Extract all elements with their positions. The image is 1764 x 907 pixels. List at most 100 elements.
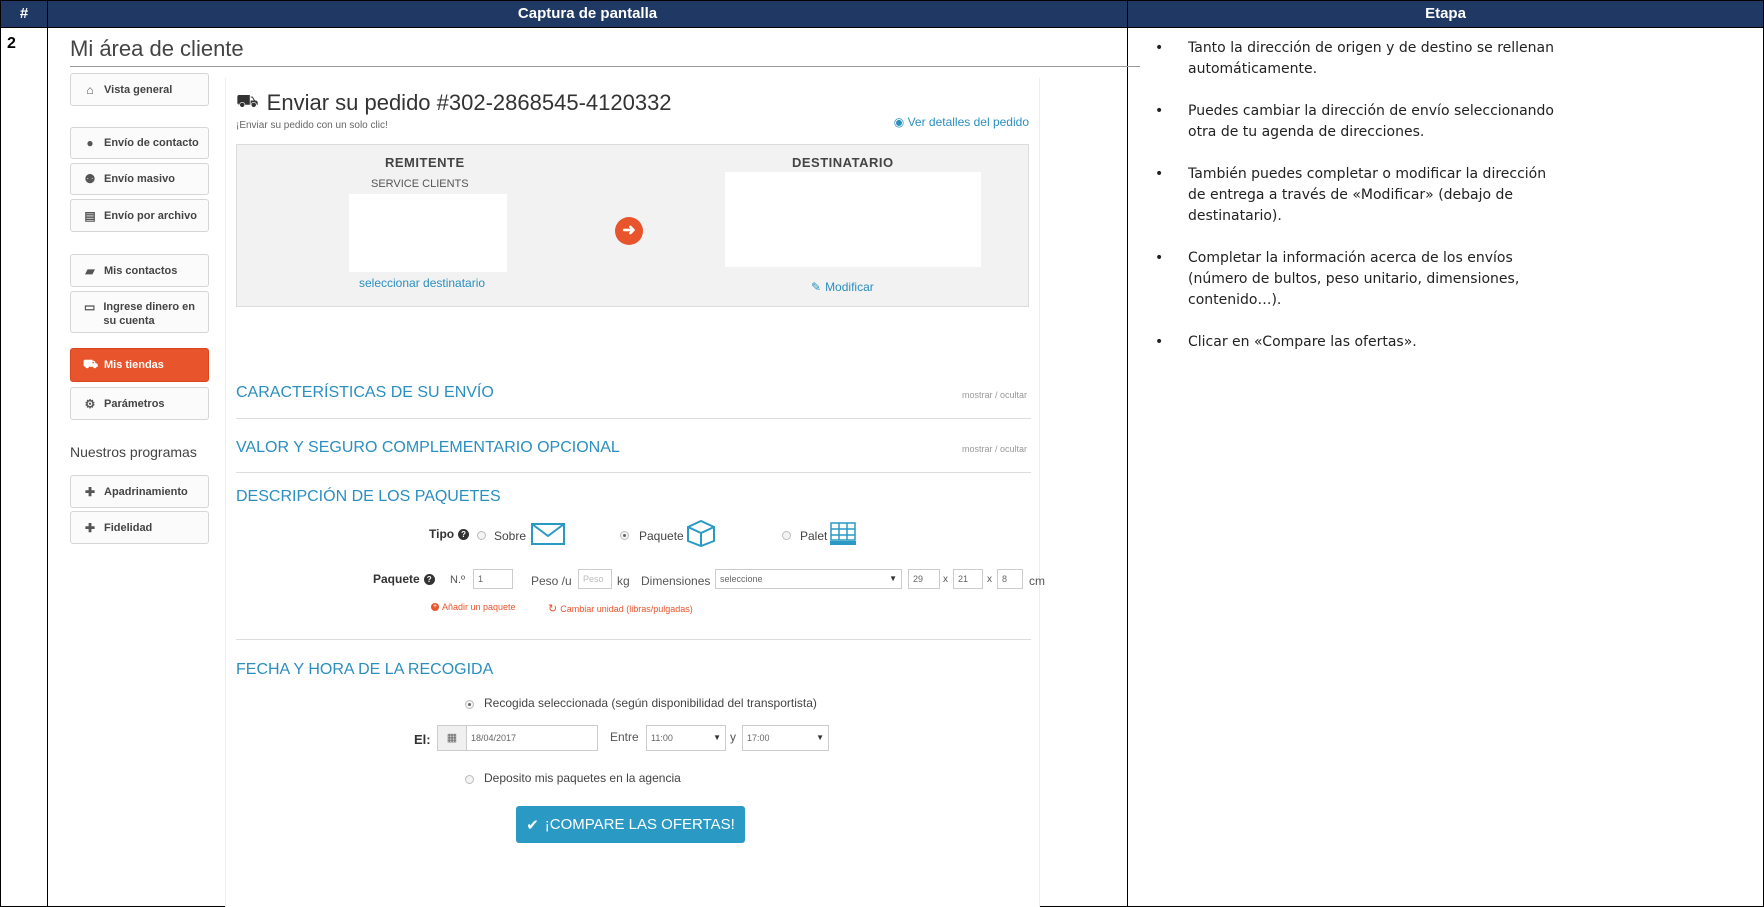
sidebar-item-ingrese-dinero[interactable]: ▭ Ingrese dinero en su cuenta	[70, 291, 209, 333]
file-icon: ▤	[84, 208, 96, 223]
pallet-icon	[830, 522, 856, 545]
pickup-radio-selected[interactable]	[465, 700, 474, 709]
sidebar-item-label: Mis contactos	[104, 264, 178, 277]
chevron-down-icon: ▼	[816, 733, 824, 742]
dimensions-select-value: seleccione	[720, 574, 763, 584]
section-value-insurance[interactable]: VALOR Y SEGURO COMPLEMENTARIO OPCIONAL	[236, 439, 620, 457]
weight-input[interactable]: Peso	[578, 569, 612, 589]
add-package-label: Añadir un paquete	[442, 602, 516, 612]
home-icon: ⌂	[86, 82, 94, 97]
steps-list: • Tanto la dirección de origen y de desti…	[1155, 38, 1755, 374]
envelope-icon	[531, 523, 565, 545]
sidebar-item-envio-archivo[interactable]: ▤ Envío por archivo	[70, 199, 209, 232]
section-divider	[236, 472, 1031, 473]
users-icon: ⚉	[84, 172, 96, 186]
step-text: Tanto la dirección de origen y de destin…	[1188, 40, 1554, 77]
length-input[interactable]: 29	[908, 569, 940, 589]
dimensions-label: Dimensiones	[641, 574, 711, 588]
step-text: Completar la información acerca de los e…	[1188, 250, 1520, 308]
section-packages: DESCRIPCIÓN DE LOS PAQUETES	[236, 488, 501, 505]
toggle-characteristics[interactable]: mostrar / ocultar	[962, 390, 1027, 400]
between-label: Entre	[610, 730, 639, 744]
package-label: Paquete ?	[373, 572, 435, 586]
bullet-icon: •	[1155, 166, 1164, 182]
book-icon: ▰	[85, 263, 95, 278]
section-divider	[236, 418, 1031, 419]
sidebar-item-mis-tiendas[interactable]: ⛟ Mis tiendas	[70, 348, 209, 382]
sidebar-item-fidelidad[interactable]: ✚ Fidelidad	[70, 511, 209, 544]
arrow-right-icon: ➜	[615, 217, 643, 245]
view-order-details-link[interactable]: ◉ Ver detalles del pedido	[894, 115, 1029, 129]
type-radio-paquete[interactable]	[620, 531, 629, 540]
step-text: Clicar en «Compare las ofertas».	[1188, 334, 1417, 350]
row-number: 2	[7, 35, 16, 52]
dimension-unit: cm	[1029, 574, 1045, 588]
card-icon: ▭	[83, 300, 96, 314]
help-icon[interactable]: ?	[423, 573, 435, 585]
modify-recipient-link[interactable]: ✎ Modificar	[811, 280, 874, 294]
pickup-radio-agency[interactable]	[465, 775, 474, 784]
sidebar-item-label: Envío masivo	[104, 173, 175, 185]
pickup-option-agency[interactable]: Deposito mis paquetes en la agencia	[484, 771, 681, 785]
calendar-icon[interactable]: ▦	[437, 725, 467, 751]
toggle-value-insurance[interactable]: mostrar / ocultar	[962, 444, 1027, 454]
chevron-down-icon: ▼	[889, 574, 897, 583]
package-count-input[interactable]: 1	[473, 569, 513, 589]
title-divider	[70, 66, 1140, 67]
sender-address-box	[349, 194, 507, 272]
height-input[interactable]: 8	[997, 569, 1023, 589]
sidebar-item-label: Vista general	[104, 83, 173, 96]
recipient-heading: DESTINATARIO	[792, 155, 894, 170]
sidebar-item-apadrinamiento[interactable]: ✚ Apadrinamiento	[70, 475, 209, 508]
header-divider	[1, 27, 1763, 28]
change-unit-link[interactable]: ↻ Cambiar unidad (libras/pulgadas)	[548, 602, 693, 615]
date-input[interactable]: 18/04/2017	[466, 725, 598, 751]
sidebar-item-label: Envío de contacto	[104, 137, 199, 149]
compare-button-label: ¡COMPARE LAS OFERTAS!	[544, 816, 735, 833]
step-text: También puedes completar o modificar la …	[1188, 166, 1547, 224]
compare-offers-button[interactable]: ✔ ¡COMPARE LAS OFERTAS!	[516, 806, 745, 843]
sidebar-item-label: Parámetros	[104, 397, 165, 410]
weight-unit: kg	[617, 574, 630, 588]
width-input[interactable]: 21	[953, 569, 983, 589]
sidebar-item-envio-contacto[interactable]: ● Envío de contacto	[70, 127, 209, 159]
order-title: ⛟ Enviar su pedido #302-2868545-4120332	[236, 90, 672, 116]
sidebar-item-parametros[interactable]: ⚙ Parámetros	[70, 387, 209, 420]
sidebar-item-mis-contactos[interactable]: ▰ Mis contactos	[70, 254, 209, 287]
recipient-address-box	[725, 172, 981, 267]
sidebar-item-vista-general[interactable]: ⌂ Vista general	[70, 73, 209, 106]
sidebar-item-label: Ingrese dinero en su cuenta	[103, 301, 196, 327]
order-subtitle: ¡Enviar su pedido con un solo clic!	[236, 120, 388, 131]
sidebar-item-label: Mis tiendas	[104, 359, 164, 371]
from-time-select[interactable]: 11:00 ▼	[646, 725, 726, 751]
pickup-option-selected[interactable]: Recogida seleccionada (según disponibili…	[484, 696, 817, 710]
help-icon[interactable]: ?	[458, 528, 470, 540]
gift-icon: ✚	[84, 484, 96, 499]
screenshot-capture: Mi área de cliente ⌂ Vista general ● Envío…	[70, 30, 1140, 907]
user-icon: ●	[86, 136, 94, 150]
header-step: Etapa	[1128, 1, 1763, 27]
header-screenshot: Captura de pantalla	[48, 1, 1127, 27]
sidebar-item-label: Apadrinamiento	[104, 485, 188, 498]
to-time-select[interactable]: 17:00 ▼	[742, 725, 829, 751]
step-item: • Completar la información acerca de los …	[1155, 248, 1555, 311]
date-label: El:	[414, 732, 431, 747]
type-option-paquete[interactable]: Paquete	[639, 529, 684, 543]
eye-icon: ◉	[893, 115, 905, 129]
sidebar-item-envio-masivo[interactable]: ⚉ Envío masivo	[70, 163, 209, 195]
programs-heading: Nuestros programas	[70, 444, 197, 460]
order-panel: ⛟ Enviar su pedido #302-2868545-4120332 …	[225, 78, 1045, 907]
dimensions-select[interactable]: seleccione ▼	[715, 569, 902, 589]
type-option-sobre[interactable]: Sobre	[494, 529, 526, 543]
select-recipient-link[interactable]: seleccionar destinatario	[359, 276, 485, 290]
check-icon: ✔	[526, 816, 539, 834]
bullet-icon: •	[1155, 40, 1164, 56]
add-package-link[interactable]: + Añadir un paquete	[431, 602, 516, 612]
section-characteristics[interactable]: CARACTERÍSTICAS DE SU ENVÍO	[236, 384, 494, 402]
type-radio-palet[interactable]	[782, 531, 791, 540]
type-option-palet[interactable]: Palet	[800, 529, 827, 543]
page-title: Mi área de cliente	[70, 36, 244, 61]
package-label-text: Paquete	[373, 572, 420, 586]
view-details-label: Ver detalles del pedido	[907, 115, 1029, 129]
type-radio-sobre[interactable]	[477, 531, 486, 540]
